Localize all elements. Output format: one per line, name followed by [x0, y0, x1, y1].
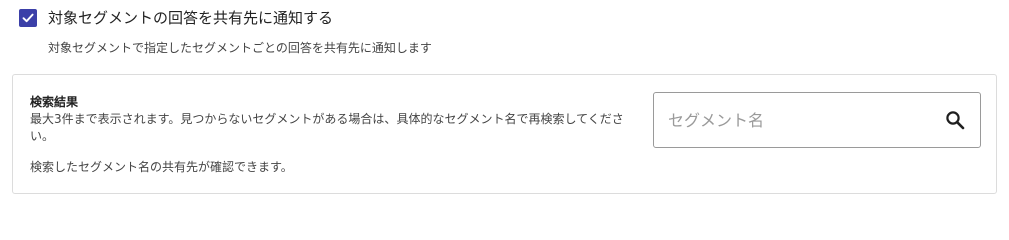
- notify-helper-text: 対象セグメントで指定したセグメントごとの回答を共有先に通知します: [48, 41, 432, 55]
- search-results-note: 検索したセグメント名の共有先が確認できます。: [30, 160, 293, 174]
- check-icon: [22, 13, 34, 23]
- notify-segment-answers-label[interactable]: 対象セグメントの回答を共有先に通知する: [48, 8, 333, 28]
- search-results-panel: 検索結果 最大3件まで表示されます。見つからないセグメントがある場合は、具体的な…: [12, 74, 997, 194]
- search-icon[interactable]: [944, 109, 966, 131]
- search-results-title: 検索結果: [30, 95, 79, 109]
- search-results-description: 最大3件まで表示されます。見つからないセグメントがある場合は、具体的なセグメント…: [30, 112, 624, 143]
- segment-search-input[interactable]: [654, 93, 944, 147]
- segment-search-box[interactable]: [653, 92, 981, 148]
- notify-segment-answers-checkbox[interactable]: [19, 9, 37, 27]
- notify-segment-answers-checkbox-row[interactable]: 対象セグメントの回答を共有先に通知する: [19, 8, 333, 28]
